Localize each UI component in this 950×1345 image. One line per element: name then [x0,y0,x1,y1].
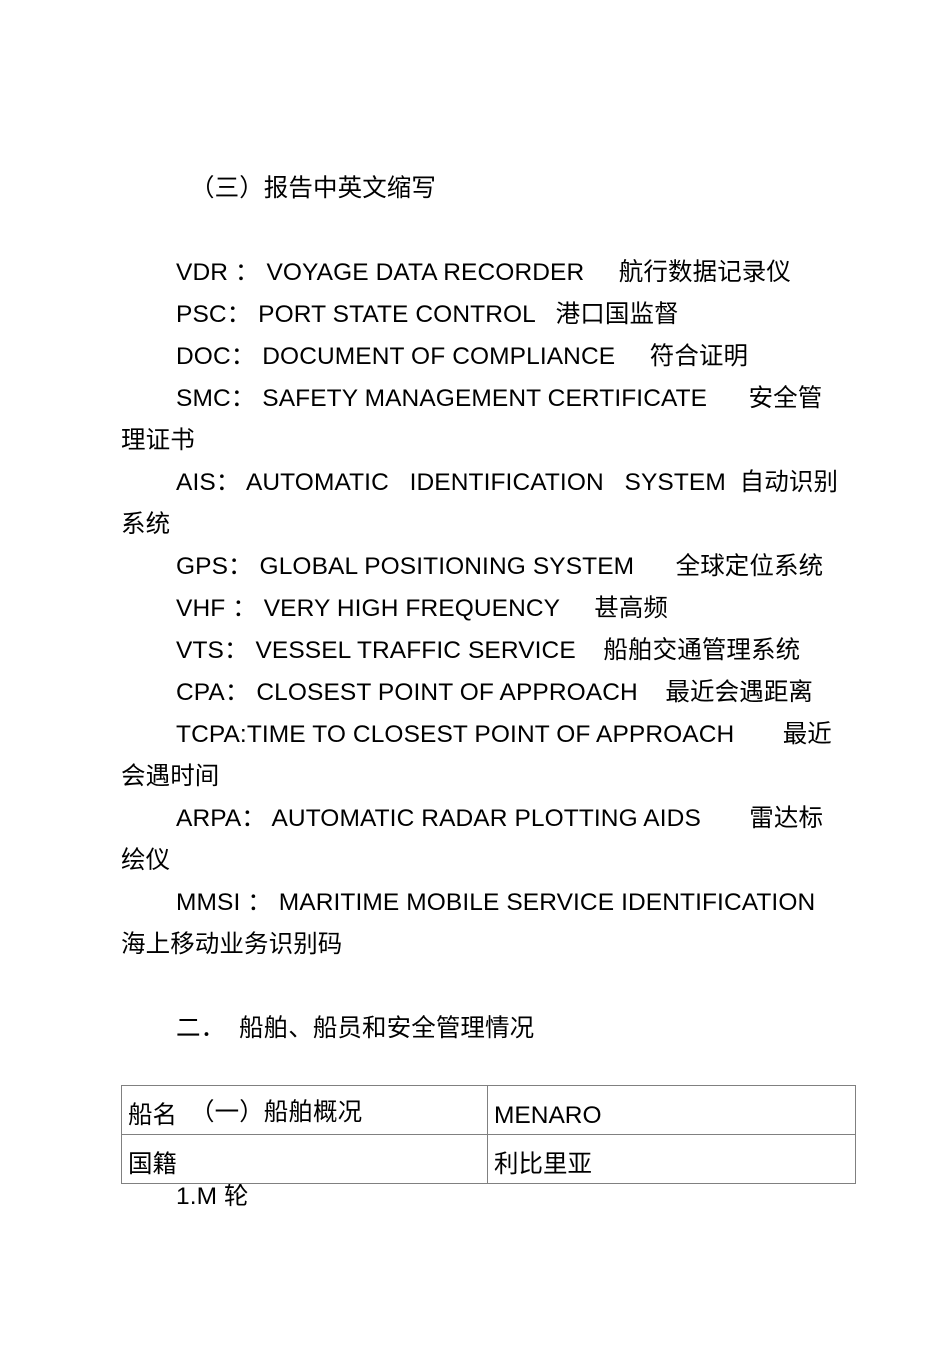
abbreviation-line-gps: GPS： GLOBAL POSITIONING SYSTEM 全球定位系统 [176,553,824,580]
section-heading-abbreviations: （三）报告中英文缩写 [190,175,436,202]
table-row: 国籍 利比里亚 [121,1134,856,1184]
ship-particulars-table: 船名 MENARO 国籍 利比里亚 [121,1085,856,1184]
document-body: （三）报告中英文缩写 VDR ： VOYAGE DATA RECORDER 航行… [121,168,839,1218]
abbreviation-line-doc: DOC： DOCUMENT OF COMPLIANCE 符合证明 [176,343,749,370]
abbreviation-line-psc: PSC： PORT STATE CONTROL 港口国监督 [176,301,679,328]
abbreviation-line-tcpa: TCPA:TIME TO CLOSEST POINT OF APPROACH 最… [121,721,832,790]
abbreviation-line-vts: VTS： VESSEL TRAFFIC SERVICE 船舶交通管理系统 [176,637,801,664]
abbreviation-line-cpa: CPA： CLOSEST POINT OF APPROACH 最近会遇距离 [176,679,814,706]
chapter-heading-vessel-crew-safety: 二． 船舶、船员和安全管理情况 [176,1015,535,1042]
abbreviation-line-vhf: VHF ： VERY HIGH FREQUENCY 甚高频 [176,595,669,622]
abbreviation-line-smc: SMC： SAFETY MANAGEMENT CERTIFICATE 安全管理证… [121,385,823,454]
document-page: （三）报告中英文缩写 VDR ： VOYAGE DATA RECORDER 航行… [0,0,950,1345]
table-cell-value-nationality: 利比里亚 [487,1134,856,1184]
table-cell-label-nationality: 国籍 [121,1134,488,1184]
abbreviation-line-vdr: VDR ： VOYAGE DATA RECORDER 航行数据记录仪 [176,259,792,286]
abbreviation-line-ais: AIS： AUTOMATIC IDENTIFICATION SYSTEM 自动识… [121,469,839,538]
pre-chapter-spacer [121,966,839,1008]
table-row: 船名 MENARO [121,1085,856,1135]
table-cell-value-ship-name: MENARO [487,1085,856,1135]
abbreviation-line-arpa: ARPA： AUTOMATIC RADAR PLOTTING AIDS 雷达标绘… [121,805,824,874]
table-cell-label-ship-name: 船名 [121,1085,488,1135]
abbreviation-line-mmsi: MMSI ： MARITIME MOBILE SERVICE IDENTIFIC… [121,889,823,958]
heading-spacer [121,210,839,252]
